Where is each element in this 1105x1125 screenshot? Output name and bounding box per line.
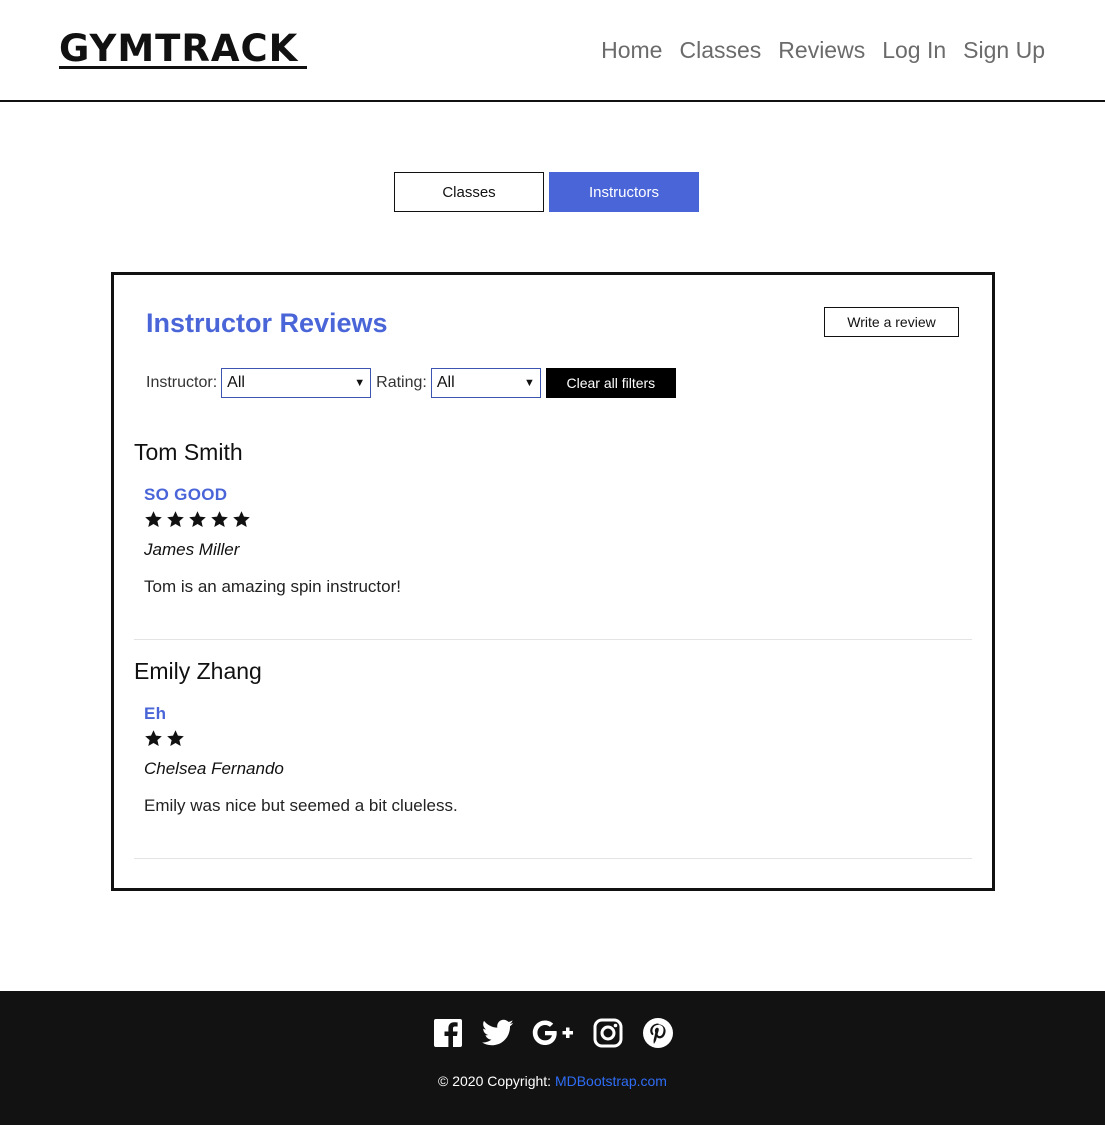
copyright: © 2020 Copyright: MDBootstrap.com xyxy=(0,1073,1105,1089)
nav-classes[interactable]: Classes xyxy=(679,36,761,64)
star-icon xyxy=(210,510,229,529)
star-rating xyxy=(144,729,185,748)
instructor-filter-label: Instructor: xyxy=(146,374,218,391)
copyright-text: © 2020 Copyright: xyxy=(438,1073,555,1089)
filter-bar: Instructor: All ▼ Rating: All ▼ Clear al… xyxy=(146,368,676,398)
review-headline: SO GOOD xyxy=(144,485,228,504)
rating-filter-select[interactable]: All ▼ xyxy=(430,368,541,398)
nav-home[interactable]: Home xyxy=(601,36,662,64)
instructors-toggle-button[interactable]: Instructors xyxy=(549,172,699,212)
nav-log-in[interactable]: Log In xyxy=(882,36,946,64)
star-icon xyxy=(166,510,185,529)
clear-filters-button[interactable]: Clear all filters xyxy=(545,368,676,398)
review-body: Tom is an amazing spin instructor! xyxy=(144,577,401,596)
nav-reviews[interactable]: Reviews xyxy=(778,36,865,64)
pinterest-icon[interactable] xyxy=(642,1017,674,1049)
mdbootstrap-link[interactable]: MDBootstrap.com xyxy=(555,1073,667,1089)
write-review-button[interactable]: Write a review xyxy=(824,307,959,337)
footer: © 2020 Copyright: MDBootstrap.com xyxy=(0,991,1105,1125)
facebook-icon[interactable] xyxy=(432,1017,464,1049)
classes-toggle-button[interactable]: Classes xyxy=(394,172,544,212)
instructor-filter-value: All xyxy=(227,374,245,391)
review-item: Tom Smith SO GOOD James Miller Tom is an… xyxy=(134,439,972,640)
review-author: James Miller xyxy=(144,540,240,559)
star-rating xyxy=(144,510,251,529)
review-type-toggle: Classes Instructors xyxy=(394,172,699,212)
review-item: Emily Zhang Eh Chelsea Fernando Emily wa… xyxy=(134,658,972,859)
brand-logo[interactable]: GYMTRACK xyxy=(59,30,309,72)
navbar: GYMTRACK Home Classes Reviews Log In Sig… xyxy=(0,0,1105,102)
instructor-filter-select[interactable]: All ▼ xyxy=(221,368,372,398)
twitter-icon[interactable] xyxy=(481,1017,514,1049)
star-icon xyxy=(166,729,185,748)
social-links xyxy=(0,1017,1105,1049)
review-instructor-name: Emily Zhang xyxy=(134,658,262,684)
nav-sign-up[interactable]: Sign Up xyxy=(963,36,1045,64)
instructor-reviews-card: Instructor Reviews Write a review Instru… xyxy=(111,272,995,891)
review-instructor-name: Tom Smith xyxy=(134,439,243,465)
star-icon xyxy=(188,510,207,529)
chevron-down-icon: ▼ xyxy=(354,377,366,389)
star-icon xyxy=(232,510,251,529)
review-headline: Eh xyxy=(144,704,167,723)
card-title: Instructor Reviews xyxy=(146,308,388,338)
chevron-down-icon: ▼ xyxy=(523,377,535,389)
review-author: Chelsea Fernando xyxy=(144,759,284,778)
rating-filter-value: All xyxy=(436,374,455,391)
logo-underline xyxy=(59,66,307,69)
logo-text: GYMTRACK xyxy=(59,27,299,70)
star-icon xyxy=(144,510,163,529)
nav-links: Home Classes Reviews Log In Sign Up xyxy=(601,36,1045,64)
rating-filter-label: Rating: xyxy=(376,374,427,391)
google-plus-icon[interactable] xyxy=(532,1017,574,1049)
review-body: Emily was nice but seemed a bit clueless… xyxy=(144,796,458,815)
instagram-icon[interactable] xyxy=(592,1017,624,1049)
star-icon xyxy=(144,729,163,748)
